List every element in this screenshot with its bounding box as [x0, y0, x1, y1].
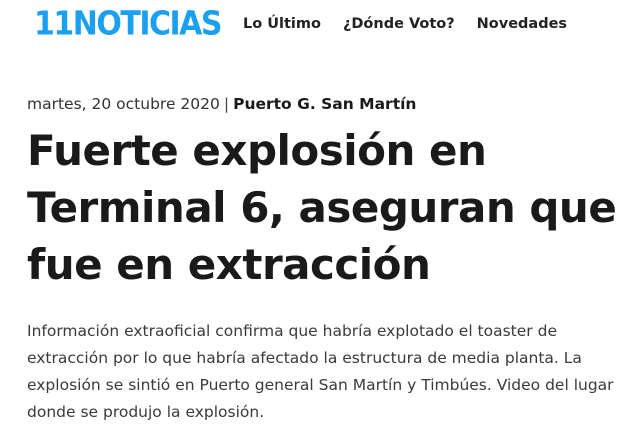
nav-item-lo-ultimo[interactable]: Lo Último [243, 16, 321, 32]
article-meta: martes, 20 octubre 2020 | Puerto G. San Ma… [27, 95, 416, 113]
article-location-link[interactable]: Puerto G. San Martín [233, 95, 416, 113]
main-nav: Lo Último ¿Dónde Voto? Novedades [243, 16, 567, 32]
nav-item-novedades[interactable]: Novedades [477, 16, 567, 32]
article-summary: Información extraoficial confirma que ha… [27, 322, 614, 421]
site-logo[interactable]: 11NOTICIAS [34, 5, 223, 44]
meta-separator: | [223, 95, 230, 113]
site-header: 11NOTICIAS Lo Último ¿Dónde Voto? Noveda… [0, 0, 642, 52]
article-date: martes, 20 octubre 2020 [27, 95, 220, 113]
nav-item-donde-voto[interactable]: ¿Dónde Voto? [343, 16, 455, 32]
article-title: Fuerte explosión en Terminal 6, aseguran… [27, 126, 617, 289]
